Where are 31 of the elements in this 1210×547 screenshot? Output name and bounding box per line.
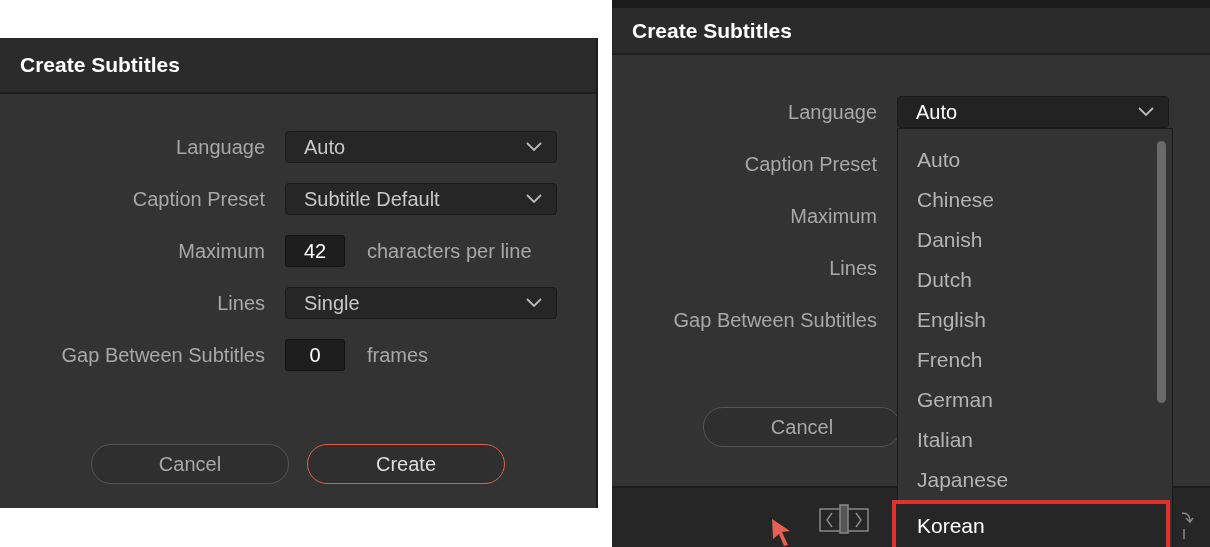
create-button[interactable]: Create — [307, 444, 505, 484]
language-option[interactable]: Danish — [898, 220, 1152, 260]
unit-label: characters per line — [367, 239, 532, 263]
field-label: Lines — [828, 256, 877, 281]
language-option[interactable]: Italian — [898, 420, 1152, 460]
field-label: Language — [175, 135, 265, 160]
language-option[interactable]: Japanese — [898, 460, 1152, 500]
number-input[interactable]: 42 — [285, 235, 345, 267]
language-option[interactable]: French — [898, 340, 1152, 380]
language-option[interactable]: Auto — [898, 140, 1152, 180]
dropdown[interactable]: Auto — [897, 96, 1169, 128]
dialog-title: Create Subtitles — [632, 18, 792, 43]
cancel-button[interactable]: Cancel — [91, 444, 289, 484]
field-label: Caption Preset — [743, 152, 877, 177]
field-label: Gap Between Subtitles — [60, 343, 265, 368]
unit-label: frames — [367, 343, 429, 367]
field-label: Maximum — [789, 204, 877, 229]
dropdown[interactable]: Auto — [285, 131, 557, 163]
language-option[interactable]: Dutch — [898, 260, 1152, 300]
dialog-title: Create Subtitles — [20, 53, 180, 77]
field-label: Lines — [216, 291, 265, 316]
field-label: Caption Preset — [131, 187, 265, 212]
field-label: Maximum — [177, 239, 265, 264]
dropdown[interactable]: Single — [285, 287, 557, 319]
number-input[interactable]: 0 — [285, 339, 345, 371]
language-option[interactable]: Chinese — [898, 180, 1152, 220]
field-label: Language — [787, 100, 877, 125]
dropdown[interactable]: Subtitle Default — [285, 183, 557, 215]
language-option[interactable]: English — [898, 300, 1152, 340]
field-label: Gap Between Subtitles — [672, 308, 877, 333]
language-option[interactable]: German — [898, 380, 1152, 420]
